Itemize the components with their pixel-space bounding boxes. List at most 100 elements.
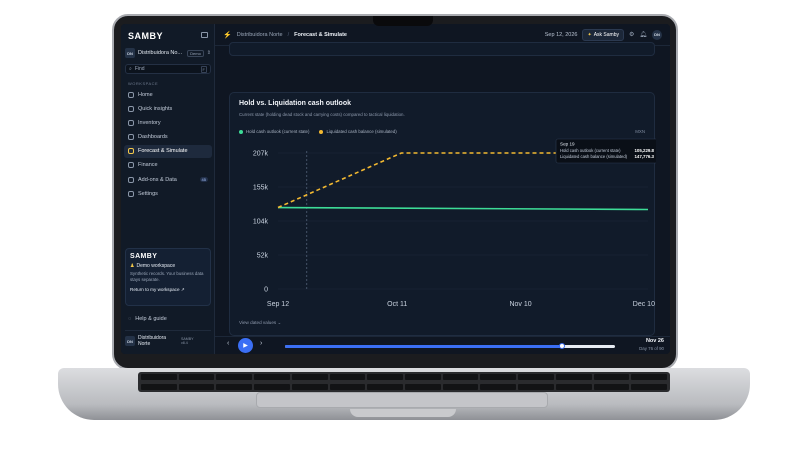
promo-text: Synthetic records. Your business data st… [130, 271, 204, 282]
settings-icon[interactable]: ⚙ [629, 31, 634, 38]
sidebar-item-settings[interactable]: Settings [124, 187, 212, 200]
sidebar-item-label: Add-ons & Data [138, 176, 177, 183]
find-label: Find [134, 66, 145, 72]
sparkle-icon [128, 105, 134, 112]
tooltip-row-value: 147,776.3 [634, 154, 654, 159]
sidebar-item-inventory[interactable]: Inventory [124, 116, 212, 129]
current-date: Sep 12, 2026 [544, 31, 578, 38]
page-title: Forecast & Simulate [294, 31, 347, 38]
user-meta-line2: v8.4 [181, 341, 188, 345]
section-label: WORKSPACE [128, 81, 159, 86]
y-tick-label: 52k [257, 253, 269, 260]
keyboard [138, 372, 670, 392]
x-tick-label: Oct 11 [387, 301, 407, 308]
sidebar-item-finance[interactable]: Finance [124, 159, 212, 172]
y-tick-label: 104k [253, 219, 269, 226]
timeline-day: Day 76 of 90 [639, 346, 664, 351]
help-label: Help & guide [135, 316, 167, 322]
sidebar-item-label: Forecast & Simulate [138, 148, 188, 155]
next-icon[interactable]: › [260, 340, 262, 347]
return-workspace-label: Return to my workspace [130, 287, 180, 292]
user-icon: ♟ [130, 263, 135, 269]
forecast-icon: ⚡ [223, 31, 232, 39]
user-meta: SAMBY v8.4 [181, 337, 194, 346]
trackpad [256, 392, 548, 408]
demo-workspace-card: SAMBY ♟ Demo workspace Synthetic records… [125, 248, 211, 306]
app-screen: SAMBY DN Distribuidora No... Demo ⇕ ⌕ Fi… [121, 24, 670, 354]
arrow-icon: ↗ [180, 287, 185, 292]
chevron-updown-icon: ⇕ [206, 50, 211, 56]
previous-icon[interactable]: ‹ [227, 340, 229, 347]
sidebar-item-label: Home [138, 91, 153, 98]
main-content: Hold vs. Liquidation cash outlook Curren… [215, 42, 670, 337]
sidebar-nav: Home Quick insights Inventory Dashboards… [124, 88, 212, 202]
y-tick-label: 207k [253, 151, 269, 158]
x-tick-label: Nov 10 [509, 301, 531, 308]
search-icon: ⌕ [129, 66, 132, 72]
sidebar-item-addons-data[interactable]: Add-ons & Data 45 [124, 173, 212, 186]
plug-icon [128, 176, 134, 183]
avatar[interactable]: DN [652, 29, 662, 40]
user-name: Distribuidora Norte [138, 335, 167, 347]
sidebar-collapse-icon[interactable] [201, 32, 208, 38]
promo-title-text: Demo workspace [136, 263, 176, 269]
wallet-icon [128, 162, 134, 169]
trend-icon [128, 148, 134, 155]
play-icon: ▶ [243, 343, 248, 349]
ask-samby-label: Ask Samby [593, 31, 619, 38]
camera-notch [373, 16, 433, 26]
promo-logo: SAMBY [130, 253, 158, 260]
cash-outlook-chart[interactable]: 0 52k 104k 155k 207k Sep 12 Oct 11 Nov 10 Dec 10… [230, 93, 656, 337]
sidebar-item-dashboards[interactable]: Dashboards [124, 131, 212, 144]
laptop-mockup: SAMBY DN Distribuidora No... Demo ⇕ ⌕ Fi… [0, 0, 806, 454]
y-tick-label: 0 [264, 287, 268, 294]
sidebar-item-label: Inventory [138, 119, 161, 126]
org-badge: Demo [187, 49, 204, 57]
sidebar-item-label: Quick insights [138, 105, 173, 112]
sidebar-item-forecast-simulate[interactable]: Forecast & Simulate [124, 144, 212, 158]
user-menu[interactable]: DN Distribuidora Norte SAMBY v8.4 [125, 330, 211, 348]
home-icon [128, 91, 134, 98]
sidebar-item-label: Finance [138, 162, 158, 169]
view-dated-label: View dated values [239, 320, 277, 325]
find-shortcut: F [200, 65, 207, 73]
breadcrumb-parent[interactable]: Distribuidora Norte [237, 32, 283, 38]
count-badge: 45 [199, 177, 208, 183]
help-icon: ◌ [128, 316, 132, 322]
grid-icon [128, 134, 134, 141]
org-name: Distribuidora No... [138, 50, 183, 56]
find-input[interactable]: ⌕ Find F [125, 64, 211, 74]
sidebar-item-label: Dashboards [138, 134, 168, 141]
sidebar-item-home[interactable]: Home [124, 88, 212, 101]
play-button[interactable]: ▶ [238, 338, 253, 353]
laptop-lip [350, 409, 456, 417]
sidebar: SAMBY DN Distribuidora No... Demo ⇕ ⌕ Fi… [121, 24, 215, 354]
sparkle-icon: ✦ [587, 31, 592, 38]
box-icon [128, 119, 134, 126]
sidebar-item-quick-insights[interactable]: Quick insights [124, 102, 212, 115]
promo-title: ♟ Demo workspace [130, 263, 206, 269]
org-switcher[interactable]: DN Distribuidora No... Demo ⇕ [125, 46, 211, 60]
timeline-slider[interactable] [285, 343, 615, 349]
view-dated-values-link[interactable]: View dated values ⌄ [239, 320, 281, 326]
breadcrumb-separator: / [287, 31, 290, 38]
x-tick-label: Dec 10 [633, 301, 655, 308]
tooltip-row-label: Hold cash outlook (current state) [560, 148, 621, 153]
timeline-date: Nov 26 [645, 338, 664, 344]
ask-samby-button[interactable]: ✦ Ask Samby [582, 28, 624, 41]
x-tick-label: Sep 12 [267, 301, 289, 308]
gear-icon [128, 190, 134, 197]
help-guide-link[interactable]: ◌ Help & guide [128, 316, 167, 322]
app-logo[interactable]: SAMBY [128, 31, 163, 41]
timeline-progress [285, 345, 563, 348]
cash-outlook-card: Hold vs. Liquidation cash outlook Curren… [229, 92, 656, 337]
series-line-hold [277, 206, 649, 211]
chevron-down-icon: ⌄ [277, 320, 282, 325]
sidebar-item-label: Settings [138, 190, 158, 197]
tooltip-row-label: Liquidated cash balance (simulated) [560, 154, 628, 159]
previous-card [229, 42, 655, 56]
bell-icon[interactable]: 🔔︎ [639, 31, 647, 38]
return-workspace-link[interactable]: Return to my workspace ↗ [130, 287, 206, 293]
timeline-thumb[interactable] [559, 343, 566, 349]
tooltip-date: Sep 19 [560, 142, 575, 147]
